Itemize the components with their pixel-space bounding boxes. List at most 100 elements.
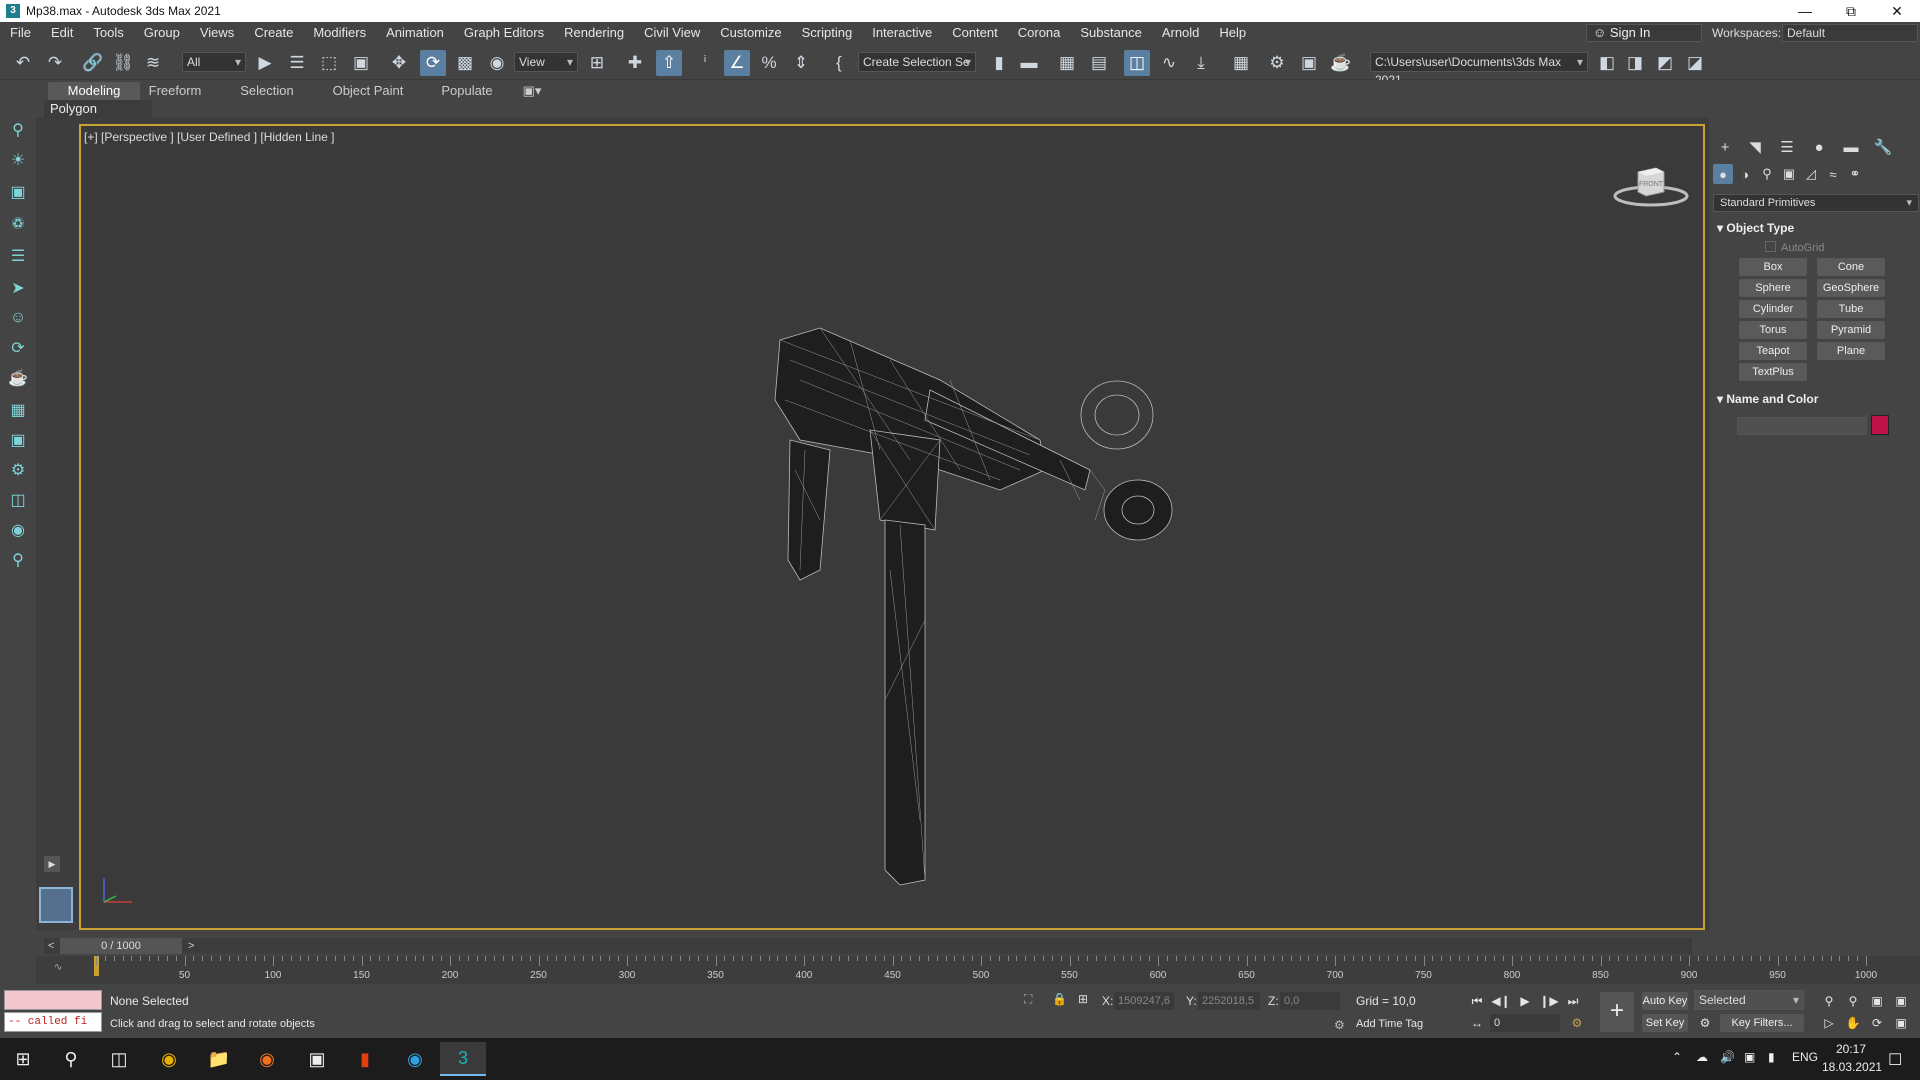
y-coordinate-field[interactable]: 2252018,5 <box>1198 992 1260 1010</box>
orbit-icon[interactable]: ⟳ <box>1866 1014 1888 1032</box>
grid-icon[interactable]: ▦ <box>6 398 30 422</box>
windows-start-icon[interactable]: ⊞ <box>0 1042 46 1076</box>
track-bar[interactable]: ∿ 50 100 150 200 250 300 350 400 450 500 550 600 650… <box>36 956 1920 984</box>
display-tab-icon[interactable]: ▬ <box>1839 136 1863 158</box>
teapot-button[interactable]: Teapot <box>1739 342 1807 360</box>
cylinder-button[interactable]: Cylinder <box>1739 300 1807 318</box>
project-icon-3[interactable]: ◩ <box>1652 50 1678 76</box>
menu-corona[interactable]: Corona <box>1008 22 1071 44</box>
select-manipulate-icon[interactable]: ✚ <box>622 50 648 76</box>
rect-selection-icon[interactable]: ⬚ <box>316 50 342 76</box>
rendered-frame-window-icon[interactable]: ▣ <box>1296 50 1322 76</box>
utilities-tab-icon[interactable]: 🔧 <box>1871 136 1895 158</box>
store-icon[interactable]: ▣ <box>294 1042 340 1076</box>
percent-snap-icon[interactable]: % <box>756 50 782 76</box>
menu-rendering[interactable]: Rendering <box>554 22 634 44</box>
teapot-icon[interactable]: ☕ <box>6 366 30 390</box>
time-slider-track[interactable]: < > <box>44 938 1692 954</box>
scene-explorer-icon[interactable]: ▦ <box>1054 50 1080 76</box>
polygon-modeling-panel[interactable]: Polygon Modeling <box>44 100 152 134</box>
object-name-input[interactable] <box>1737 417 1867 435</box>
modify-tab-icon[interactable]: ◥ <box>1743 136 1767 158</box>
zoom-icon[interactable]: ⚲ <box>1818 992 1840 1010</box>
light-bulb-icon[interactable]: ⚲ <box>6 118 30 142</box>
office-icon[interactable]: ▮ <box>342 1042 388 1076</box>
placement-icon[interactable]: ◉ <box>484 50 510 76</box>
sun-icon[interactable]: ☀ <box>6 148 30 172</box>
menu-customize[interactable]: Customize <box>710 22 791 44</box>
key-mode-icon[interactable]: ↔ <box>1466 1014 1488 1032</box>
selection-filter-dropdown[interactable]: All <box>182 52 246 72</box>
primitive-category-dropdown[interactable]: Standard Primitives <box>1713 194 1919 212</box>
minimize-icon[interactable]: — <box>1782 0 1828 22</box>
sphere-button[interactable]: Sphere <box>1739 279 1807 297</box>
systems-icon[interactable]: ⚭ <box>1845 164 1865 184</box>
eye-icon[interactable]: ◉ <box>6 518 30 542</box>
monitor-icon[interactable]: ▣ <box>6 428 30 452</box>
isolate-icon[interactable]: ⛶ <box>1024 992 1032 1007</box>
menu-civil-view[interactable]: Civil View <box>634 22 710 44</box>
volume-icon[interactable]: 🔊 <box>1720 1050 1735 1064</box>
battery-icon[interactable]: ▮ <box>1768 1050 1775 1064</box>
tray-cloud-icon[interactable]: ☁ <box>1696 1050 1708 1064</box>
go-to-end-icon[interactable]: ⏭ <box>1562 992 1584 1010</box>
tray-chevron-icon[interactable]: ⌃ <box>1672 1050 1682 1064</box>
space-warps-icon[interactable]: ≈ <box>1823 164 1843 184</box>
viewcube-icon[interactable]: FRONT <box>1612 162 1690 212</box>
3ds-max-taskbar-icon[interactable]: 3 <box>440 1042 486 1076</box>
network-icon[interactable]: ▣ <box>1744 1050 1755 1064</box>
list-icon[interactable]: ☰ <box>6 244 30 268</box>
window-crossing-icon[interactable]: ▣ <box>348 50 374 76</box>
mp38-wireframe-model[interactable] <box>760 320 1200 900</box>
add-time-tag[interactable]: Add Time Tag <box>1356 1018 1423 1030</box>
object-color-swatch[interactable] <box>1871 415 1889 435</box>
pivot-center-icon[interactable]: ⊞ <box>584 50 610 76</box>
notifications-icon[interactable]: ☐ <box>1888 1050 1902 1070</box>
menu-scripting[interactable]: Scripting <box>792 22 863 44</box>
go-to-start-icon[interactable]: ⏮ <box>1466 992 1488 1010</box>
time-slider-thumb[interactable]: 0 / 1000 <box>60 938 182 954</box>
gear-group-icon[interactable]: ⚙ <box>6 458 30 482</box>
time-slider-next[interactable]: > <box>188 938 194 954</box>
snaps-toggle-icon[interactable]: ⁱ <box>692 50 718 76</box>
zoom-extents-icon[interactable]: ▣ <box>1866 992 1888 1010</box>
firefox-icon[interactable]: ◉ <box>244 1042 290 1076</box>
z-coordinate-field[interactable]: 0,0 <box>1280 992 1340 1010</box>
menu-help[interactable]: Help <box>1209 22 1256 44</box>
tube-button[interactable]: Tube <box>1817 300 1885 318</box>
tab-selection[interactable]: Selection <box>232 82 302 100</box>
edit-named-selection-icon[interactable]: { <box>826 50 852 76</box>
x-coordinate-field[interactable]: 1509247,6 <box>1114 992 1174 1010</box>
maxscript-input[interactable] <box>4 990 102 1010</box>
textplus-button[interactable]: TextPlus <box>1739 363 1807 381</box>
zoom-all-icon[interactable]: ⚲ <box>1842 992 1864 1010</box>
menu-content[interactable]: Content <box>942 22 1008 44</box>
autogrid-checkbox[interactable]: AutoGrid <box>1765 241 1824 254</box>
render-production-icon[interactable]: ☕ <box>1328 50 1354 76</box>
lock-selection-icon[interactable]: 🔒 <box>1052 992 1067 1006</box>
project-icon-2[interactable]: ◨ <box>1622 50 1648 76</box>
project-icon-1[interactable]: ◧ <box>1594 50 1620 76</box>
tab-modeling[interactable]: Modeling <box>48 82 140 100</box>
close-icon[interactable]: ✕ <box>1874 0 1920 22</box>
menu-create[interactable]: Create <box>244 22 303 44</box>
object-type-rollout[interactable]: ▾ Object Type <box>1717 221 1794 235</box>
rotate-icon[interactable]: ⟳ <box>420 50 446 76</box>
menu-views[interactable]: Views <box>190 22 244 44</box>
chrome-icon[interactable]: ◉ <box>146 1042 192 1076</box>
viewport-layout-preview[interactable] <box>39 887 73 923</box>
shapes-icon[interactable]: ◑ <box>1735 164 1755 184</box>
spinner-snap-icon[interactable]: ⇕ <box>788 50 814 76</box>
undo-icon[interactable]: ↶ <box>10 50 36 76</box>
box-button[interactable]: Box <box>1739 258 1807 276</box>
named-selection-dropdown[interactable]: Create Selection Se <box>858 52 976 72</box>
restore-icon[interactable]: ⧉ <box>1828 0 1874 22</box>
lights-icon[interactable]: ⚲ <box>1757 164 1777 184</box>
cone-button[interactable]: Cone <box>1817 258 1885 276</box>
tab-freeform[interactable]: Freeform <box>140 82 210 100</box>
current-frame-field[interactable]: 0 <box>1490 1014 1560 1032</box>
render-setup-icon[interactable]: ⚙ <box>1264 50 1290 76</box>
workspace-dropdown[interactable]: Default <box>1782 24 1918 42</box>
reference-coordinate-dropdown[interactable]: View <box>514 52 578 72</box>
edge-icon[interactable]: ◉ <box>392 1042 438 1076</box>
